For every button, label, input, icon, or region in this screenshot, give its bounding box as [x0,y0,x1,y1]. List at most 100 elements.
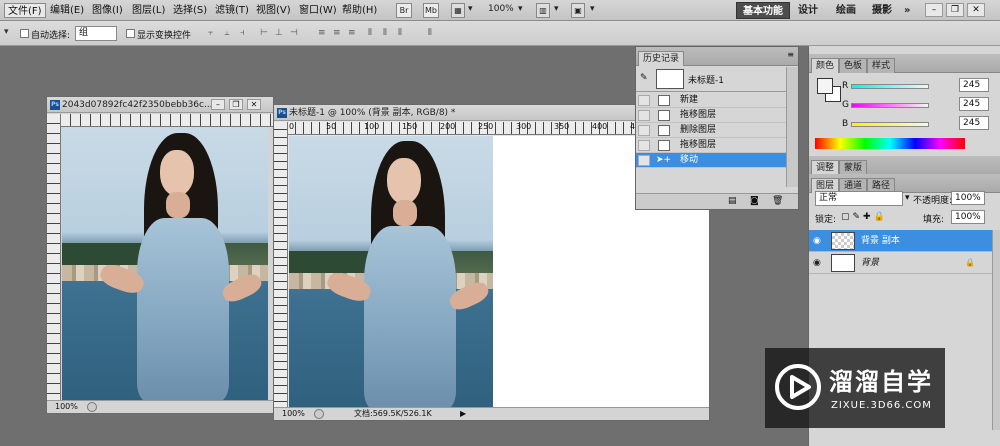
ruler-label: 350 [554,122,570,131]
doc2-ruler-vertical[interactable] [274,122,288,409]
menu-window[interactable]: 窗口(W) [296,3,340,18]
lock-options-icon[interactable]: ▢✎✚🔒 [841,212,888,222]
blend-mode-select[interactable]: 正常 [815,191,903,206]
tab-styles[interactable]: 样式 [867,58,896,73]
tab-adjustments[interactable]: 调整 [811,160,840,175]
align-vcenter-icon[interactable]: ⫠ [224,28,234,39]
distribute-left-icon[interactable]: ⦀ [368,28,378,39]
snapshot-icon[interactable]: ◙ [750,196,759,206]
auto-select-dropdown[interactable]: 组 [75,26,117,41]
arrange-dropdown-icon[interactable]: ▾ [554,4,559,14]
tab-swatches[interactable]: 色板 [839,58,868,73]
minimize-icon[interactable]: – [925,3,943,17]
close-icon[interactable]: ✕ [967,3,985,17]
doc1-zoom[interactable]: 100% [55,401,78,413]
channel-label-r: R [842,81,849,91]
distribute-hcenter-icon[interactable]: ⦀ [383,28,393,39]
visibility-eye-icon[interactable]: ◉ [813,257,827,269]
menu-view[interactable]: 视图(V) [253,3,294,18]
auto-align-icon[interactable]: ⫴ [428,28,438,39]
doc1-restore-icon[interactable]: ❐ [229,99,243,110]
doc1-ruler-horizontal[interactable] [61,114,274,127]
menu-help[interactable]: 帮助(H) [339,3,380,18]
menu-image[interactable]: 图像(I) [89,3,126,18]
history-snapshot[interactable]: ✎ 未标题-1 [636,67,786,92]
visibility-eye-icon[interactable]: ◉ [813,235,827,247]
workspace-design[interactable]: 设计 [792,2,824,19]
align-hcenter-icon[interactable]: ⊥ [275,28,285,39]
menu-edit[interactable]: 编辑(E) [47,3,87,18]
trash-icon[interactable]: 🗑 [772,196,783,206]
value-b[interactable]: 245 [959,116,989,130]
history-step[interactable]: 新建 [636,93,786,108]
auto-select-checkbox[interactable] [20,29,29,38]
menu-select[interactable]: 选择(S) [170,3,210,18]
doc2-zoom[interactable]: 100% [282,408,305,420]
workspace-painting[interactable]: 绘画 [830,2,862,19]
opacity-value[interactable]: 100% [951,191,985,205]
doc1-canvas-photo[interactable] [62,128,268,401]
doc1-status-menu-icon[interactable] [87,402,97,412]
align-right-icon[interactable]: ⊣ [290,28,300,39]
layers-scrollbar[interactable] [992,230,1000,430]
doc2-file-size: 文档:569.5K/526.1K [354,409,432,418]
doc2-status-menu-icon[interactable] [314,409,324,419]
doc1-close-icon[interactable]: ✕ [247,99,261,110]
mini-bridge-icon[interactable]: Mb [423,3,439,18]
align-top-icon[interactable]: ⫟ [208,28,218,39]
menu-filter[interactable]: 滤镜(T) [212,3,252,18]
bridge-icon[interactable]: Br [396,3,412,18]
layer-name[interactable]: 背景 [861,252,879,274]
new-document-icon[interactable]: ▤ [728,196,737,206]
screen-mode-dropdown-icon[interactable]: ▾ [590,4,595,14]
document-window-1[interactable]: Ps 2043d07892fc42f2350bebb36c... ✕ ❐ – 1… [46,96,274,414]
menu-layer[interactable]: 图层(L) [129,3,168,18]
tab-masks[interactable]: 蒙版 [839,160,868,175]
history-scrollbar[interactable] [786,67,798,187]
blend-mode-dropdown-icon[interactable]: ▾ [905,193,910,203]
distribute-vcenter-icon[interactable]: ≡ [333,28,343,39]
doc2-layer-photo[interactable] [289,136,493,409]
extras-icon[interactable]: ▦ [451,3,465,18]
doc1-ruler-vertical[interactable] [47,114,61,401]
layer-row-background[interactable]: ◉ 背景 🔒 [809,252,992,274]
align-bottom-icon[interactable]: ⫞ [240,28,250,39]
history-step[interactable]: 删除图层 [636,123,786,138]
brush-source-icon[interactable]: ✎ [640,73,648,83]
screen-mode-icon[interactable]: ▣ [571,3,585,18]
arrange-icon[interactable]: ▥ [536,3,550,18]
zoom-level[interactable]: 100% [488,4,514,14]
history-step[interactable]: 拖移图层 [636,108,786,123]
history-step[interactable]: 拖移图层 [636,138,786,153]
distribute-right-icon[interactable]: ⦀ [398,28,408,39]
workspace-essentials[interactable]: 基本功能 [736,2,790,19]
workspace-photography[interactable]: 摄影 [866,2,898,19]
fill-value[interactable]: 100% [951,210,985,224]
workspace-more-icon[interactable]: » [898,2,916,19]
panel-menu-icon[interactable]: ≡ [787,50,794,59]
tab-color[interactable]: 颜色 [811,58,840,73]
history-step-current[interactable]: ➤+ 移动 [636,153,786,168]
foreground-color-swatch[interactable] [817,78,833,94]
color-spectrum-bar[interactable] [815,138,965,149]
slider-r[interactable] [851,84,929,89]
value-g[interactable]: 245 [959,97,989,111]
layer-name[interactable]: 背景 副本 [861,230,900,252]
distribute-top-icon[interactable]: ≡ [318,28,328,39]
menu-file[interactable]: 文件(F) [4,3,46,18]
slider-g[interactable] [851,103,929,108]
tool-preset-icon[interactable]: ▾ [4,27,9,37]
layer-row-background-copy[interactable]: ◉ 背景 副本 [809,230,992,252]
show-transform-checkbox[interactable] [126,29,135,38]
doc1-minimize-icon[interactable]: – [211,99,225,110]
tab-history[interactable]: 历史记录 [638,51,685,66]
align-left-icon[interactable]: ⊢ [260,28,270,39]
channel-label-g: G [842,100,849,110]
status-arrow-icon[interactable]: ▶ [460,408,466,420]
dropdown-arrow-icon[interactable]: ▾ [468,4,473,14]
slider-b[interactable] [851,122,929,127]
distribute-bottom-icon[interactable]: ≡ [348,28,358,39]
restore-icon[interactable]: ❐ [946,3,964,17]
zoom-dropdown-icon[interactable]: ▾ [518,4,523,14]
value-r[interactable]: 245 [959,78,989,92]
